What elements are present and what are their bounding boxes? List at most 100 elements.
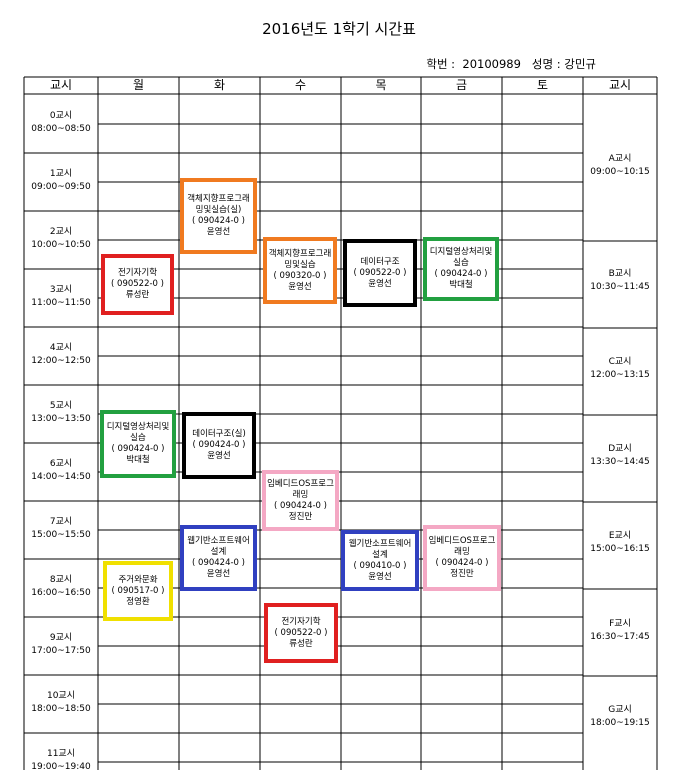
period-name: 5교시	[49, 401, 73, 411]
class-code: ( 090424-0 )	[192, 216, 245, 226]
period-11: 11교시 19:00~19:40	[24, 748, 98, 774]
class-professor: 윤영선	[206, 227, 231, 237]
class-professor: 정영환	[126, 596, 150, 607]
class-professor: 정진만	[450, 569, 474, 579]
period-3: 3교시 11:00~11:50	[24, 284, 98, 310]
timetable-grid	[23, 76, 658, 770]
class-block[interactable]: 웹기반소프트웨어설계( 090424-0 ) 윤영선	[180, 525, 257, 591]
class-name: 웹기반소프트웨어설계	[187, 536, 250, 557]
period-name: D교시	[608, 444, 632, 454]
period-time: 19:00~19:40	[31, 762, 91, 772]
class-block[interactable]: 임베디드OS프로그래밍( 090424-0 ) 정진만	[262, 470, 339, 531]
header-thu: 목	[375, 78, 387, 92]
period-8: 8교시 16:00~16:50	[24, 574, 98, 600]
period-name: E교시	[608, 531, 632, 541]
class-block[interactable]: 웹기반소프트웨어설계( 090410-0 ) 윤영선	[341, 530, 419, 591]
class-block[interactable]: 디지털영상처리및실습( 090424-0 ) 박대철	[423, 237, 499, 301]
period-time: 10:00~10:50	[31, 240, 91, 250]
period-10: 10교시 18:00~18:50	[24, 690, 98, 716]
period-g: G교시 18:00~19:15	[583, 704, 657, 730]
period-c: C교시 12:00~13:15	[583, 356, 657, 382]
class-professor: 정진만	[288, 511, 313, 522]
class-code: ( 090517-0 )	[111, 585, 165, 596]
period-0: 0교시 08:00~08:50	[24, 110, 98, 136]
period-time: 17:00~17:50	[31, 646, 91, 656]
period-time: 16:30~17:45	[590, 632, 650, 642]
class-name: 전기자기학	[281, 616, 321, 627]
period-f: F교시 16:30~17:45	[583, 618, 657, 644]
period-time: 12:00~12:50	[31, 356, 91, 366]
period-a: A교시 09:00~10:15	[583, 153, 657, 179]
class-professor: 윤영선	[368, 571, 392, 582]
class-name: 웹기반소프트웨어설계	[348, 538, 412, 560]
period-time: 09:00~10:15	[590, 167, 650, 177]
class-block[interactable]: 데이터구조(실)( 090424-0 ) 윤영선	[182, 412, 256, 479]
period-time: 10:30~11:45	[590, 282, 650, 292]
period-name: 4교시	[49, 343, 73, 353]
period-time: 15:00~16:15	[590, 544, 650, 554]
class-block[interactable]: 객체지향프로그래밍및실습( 090320-0 ) 윤영선	[263, 237, 337, 304]
class-professor: 윤영선	[288, 281, 312, 292]
period-name: 7교시	[49, 517, 73, 527]
period-name: 6교시	[49, 459, 73, 469]
class-professor: 윤영선	[207, 451, 231, 461]
class-name: 데이터구조(실)	[192, 429, 246, 439]
period-e: E교시 15:00~16:15	[583, 530, 657, 556]
period-time: 13:30~14:45	[590, 457, 650, 467]
header-tue: 화	[213, 78, 226, 92]
header-sat: 토	[536, 78, 549, 92]
class-professor: 박대철	[126, 455, 150, 465]
period-1: 1교시 09:00~09:50	[24, 168, 98, 194]
period-name: 2교시	[49, 227, 73, 237]
header-period-right: 교시	[608, 78, 632, 92]
period-name: 3교시	[49, 285, 73, 295]
class-code: ( 090522-0 )	[353, 267, 407, 278]
class-name: 데이터구조	[360, 256, 400, 267]
period-name: 11교시	[46, 749, 75, 759]
header-period-left: 교시	[49, 78, 73, 92]
class-code: ( 090410-0 )	[353, 560, 407, 571]
period-b: B교시 10:30~11:45	[583, 268, 657, 294]
class-name: 임베디드OS프로그래밍	[267, 478, 334, 500]
class-code: ( 090424-0 )	[434, 269, 488, 279]
header-mon: 월	[132, 78, 145, 92]
class-professor: 박대철	[449, 280, 473, 290]
period-5: 5교시 13:00~13:50	[24, 400, 98, 426]
class-name: 객체지향프로그래밍및실습(실)	[187, 194, 250, 215]
period-6: 6교시 14:00~14:50	[24, 458, 98, 484]
header-wed: 수	[294, 78, 307, 92]
header-fri: 금	[455, 78, 468, 92]
class-name: 객체지향프로그래밍및실습	[268, 248, 332, 270]
class-block[interactable]: 객체지향프로그래밍및실습(실)( 090424-0 ) 윤영선	[180, 178, 257, 254]
class-name: 전기자기학	[117, 268, 158, 278]
class-name: 디지털영상처리및실습	[429, 247, 493, 268]
class-code: ( 090320-0 )	[273, 270, 327, 281]
class-block[interactable]: 임베디드OS프로그래밍( 090424-0 ) 정진만	[423, 525, 501, 591]
class-block[interactable]: 주거와문화( 090517-0 ) 정영환	[103, 561, 173, 621]
class-code: ( 090424-0 )	[111, 444, 165, 454]
period-name: G교시	[608, 705, 632, 715]
class-block[interactable]: 전기자기학( 090522-0 ) 류성란	[101, 254, 174, 315]
period-time: 15:00~15:50	[31, 530, 91, 540]
period-name: F교시	[609, 619, 631, 629]
period-name: 8교시	[49, 575, 73, 585]
class-block[interactable]: 전기자기학( 090522-0 ) 류성란	[264, 603, 338, 663]
class-name: 임베디드OS프로그래밍	[428, 536, 496, 557]
period-7: 7교시 15:00~15:50	[24, 516, 98, 542]
class-block[interactable]: 디지털영상처리및실습( 090424-0 ) 박대철	[100, 410, 176, 478]
period-time: 18:00~18:50	[31, 704, 91, 714]
period-time: 14:00~14:50	[31, 472, 91, 482]
class-code: ( 090522-0 )	[274, 627, 328, 638]
period-time: 12:00~13:15	[590, 370, 650, 380]
class-block[interactable]: 데이터구조( 090522-0 ) 윤영선	[343, 239, 417, 307]
period-time: 11:00~11:50	[31, 298, 91, 308]
period-name: 9교시	[49, 633, 73, 643]
class-code: ( 090424-0 )	[274, 500, 327, 511]
period-9: 9교시 17:00~17:50	[24, 632, 98, 658]
class-professor: 류성란	[289, 638, 313, 649]
period-time: 13:00~13:50	[31, 414, 91, 424]
class-code: ( 090424-0 )	[192, 440, 246, 450]
class-code: ( 090522-0 )	[111, 279, 164, 289]
period-4: 4교시 12:00~12:50	[24, 342, 98, 368]
class-professor: 윤영선	[368, 278, 392, 289]
